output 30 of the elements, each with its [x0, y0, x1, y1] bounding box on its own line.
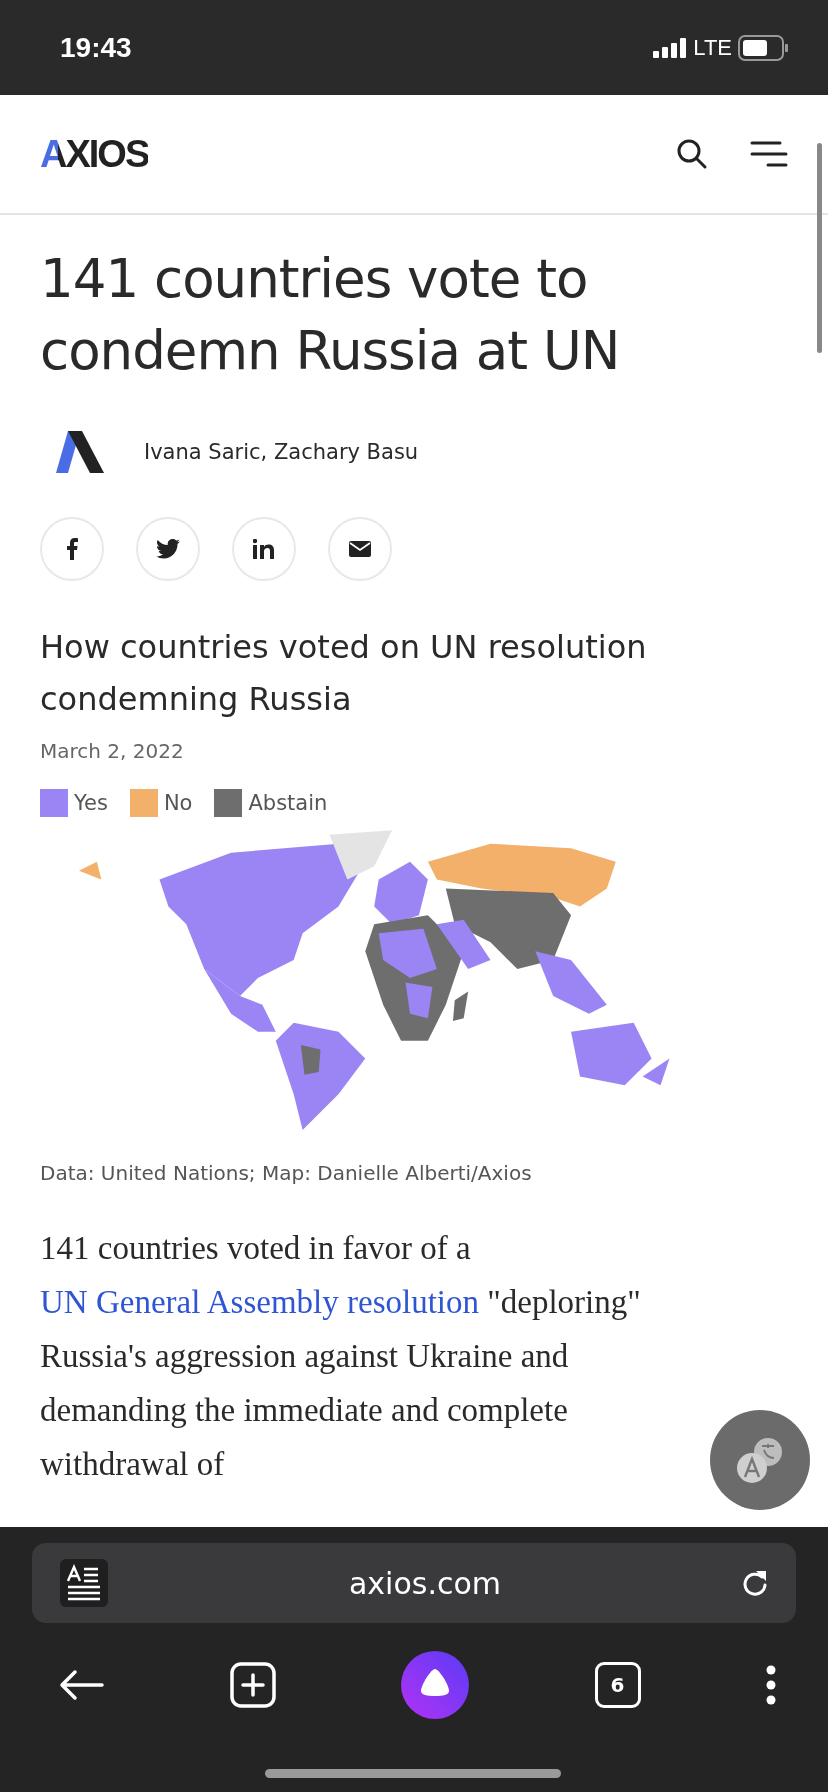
back-arrow-icon[interactable] [58, 1669, 104, 1701]
axios-avatar-icon [56, 431, 104, 473]
map-source: Data: United Nations; Map: Danielle Alberti/Axios [40, 1161, 533, 1185]
author-names[interactable]: Ivana Saric, Zachary Basu [144, 440, 419, 464]
legend-label: Yes [74, 791, 108, 815]
status-time: 19:43 [60, 31, 132, 64]
network-label: LTE [693, 34, 732, 61]
menu-icon[interactable] [750, 140, 788, 168]
more-options-icon[interactable] [766, 1665, 776, 1705]
battery-icon [738, 34, 788, 61]
reader-mode-icon[interactable] [60, 1559, 108, 1607]
legend-label: Abstain [248, 791, 328, 815]
chart-date: March 2, 2022 [40, 739, 185, 763]
article-paragraph: 141 countries voted in favor of a UN General Assembly resolution "deploring" Russia's aggression against Ukraine and demanding the immediate and complete withdrawal of [40, 1229, 642, 1484]
new-tab-icon[interactable] [229, 1662, 276, 1708]
search-icon[interactable] [676, 138, 708, 170]
address-bar[interactable]: axios.com [32, 1543, 796, 1623]
signal-icon [653, 37, 688, 58]
article-title: 141 countries vote to condemn Russia at UN [40, 247, 621, 383]
tab-count-button[interactable]: 6 [594, 1662, 641, 1708]
envelope-icon [349, 541, 371, 557]
assistant-icon[interactable] [401, 1651, 469, 1719]
bird-icon [156, 539, 180, 559]
legend-label: No [163, 791, 193, 815]
reload-icon[interactable] [742, 1569, 768, 1597]
resolution-link[interactable]: UN General Assembly resolution [40, 1284, 479, 1320]
facebook-icon [66, 538, 78, 560]
chart-title: How countries voted on UN resolution condemning Russia [40, 627, 648, 720]
linkedin-icon [253, 539, 275, 559]
url-text: axios.com [348, 1565, 502, 1601]
